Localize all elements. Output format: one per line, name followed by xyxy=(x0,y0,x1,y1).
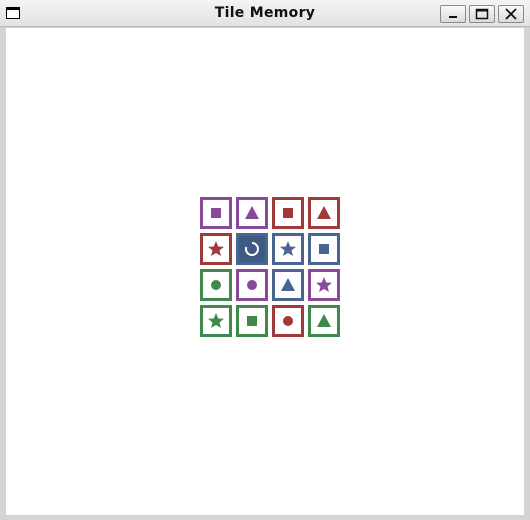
spinner-icon xyxy=(244,242,259,256)
tile-blue-square[interactable] xyxy=(308,233,340,265)
tile-purple-square[interactable] xyxy=(200,197,232,229)
tile-red-square[interactable] xyxy=(272,197,304,229)
square-icon xyxy=(319,244,329,254)
star-icon xyxy=(208,241,224,256)
tile-purple-star[interactable] xyxy=(308,269,340,301)
tile-red-star[interactable] xyxy=(200,233,232,265)
tile-green-circle[interactable] xyxy=(200,269,232,301)
square-icon xyxy=(283,208,293,218)
square-icon xyxy=(211,208,221,218)
game-area xyxy=(6,28,524,515)
maximize-icon xyxy=(475,8,489,20)
tile-purple-circle[interactable] xyxy=(236,269,268,301)
triangle-icon xyxy=(317,314,331,327)
tile-purple-triangle[interactable] xyxy=(236,197,268,229)
tile-blue-star[interactable] xyxy=(272,233,304,265)
close-icon xyxy=(505,8,517,20)
circle-icon xyxy=(247,280,257,290)
circle-icon xyxy=(211,280,221,290)
square-icon xyxy=(247,316,257,326)
tile-green-triangle[interactable] xyxy=(308,305,340,337)
maximize-button[interactable] xyxy=(469,5,495,23)
tile-red-triangle[interactable] xyxy=(308,197,340,229)
star-icon xyxy=(280,241,296,256)
tile-red-circle[interactable] xyxy=(272,305,304,337)
triangle-icon xyxy=(245,206,259,219)
minimize-button[interactable] xyxy=(440,5,466,23)
tile-green-star[interactable] xyxy=(200,305,232,337)
tile-blue-spinner[interactable] xyxy=(236,233,268,265)
tile-green-square[interactable] xyxy=(236,305,268,337)
star-icon xyxy=(316,277,332,292)
triangle-icon xyxy=(317,206,331,219)
circle-icon xyxy=(283,316,293,326)
tile-blue-triangle[interactable] xyxy=(272,269,304,301)
star-icon xyxy=(208,313,224,328)
close-button[interactable] xyxy=(498,5,524,23)
triangle-icon xyxy=(281,278,295,291)
minimize-icon xyxy=(449,16,457,18)
title-bar[interactable]: Tile Memory xyxy=(0,0,530,27)
app-window: Tile Memory xyxy=(0,0,530,520)
tile-board xyxy=(200,197,344,341)
